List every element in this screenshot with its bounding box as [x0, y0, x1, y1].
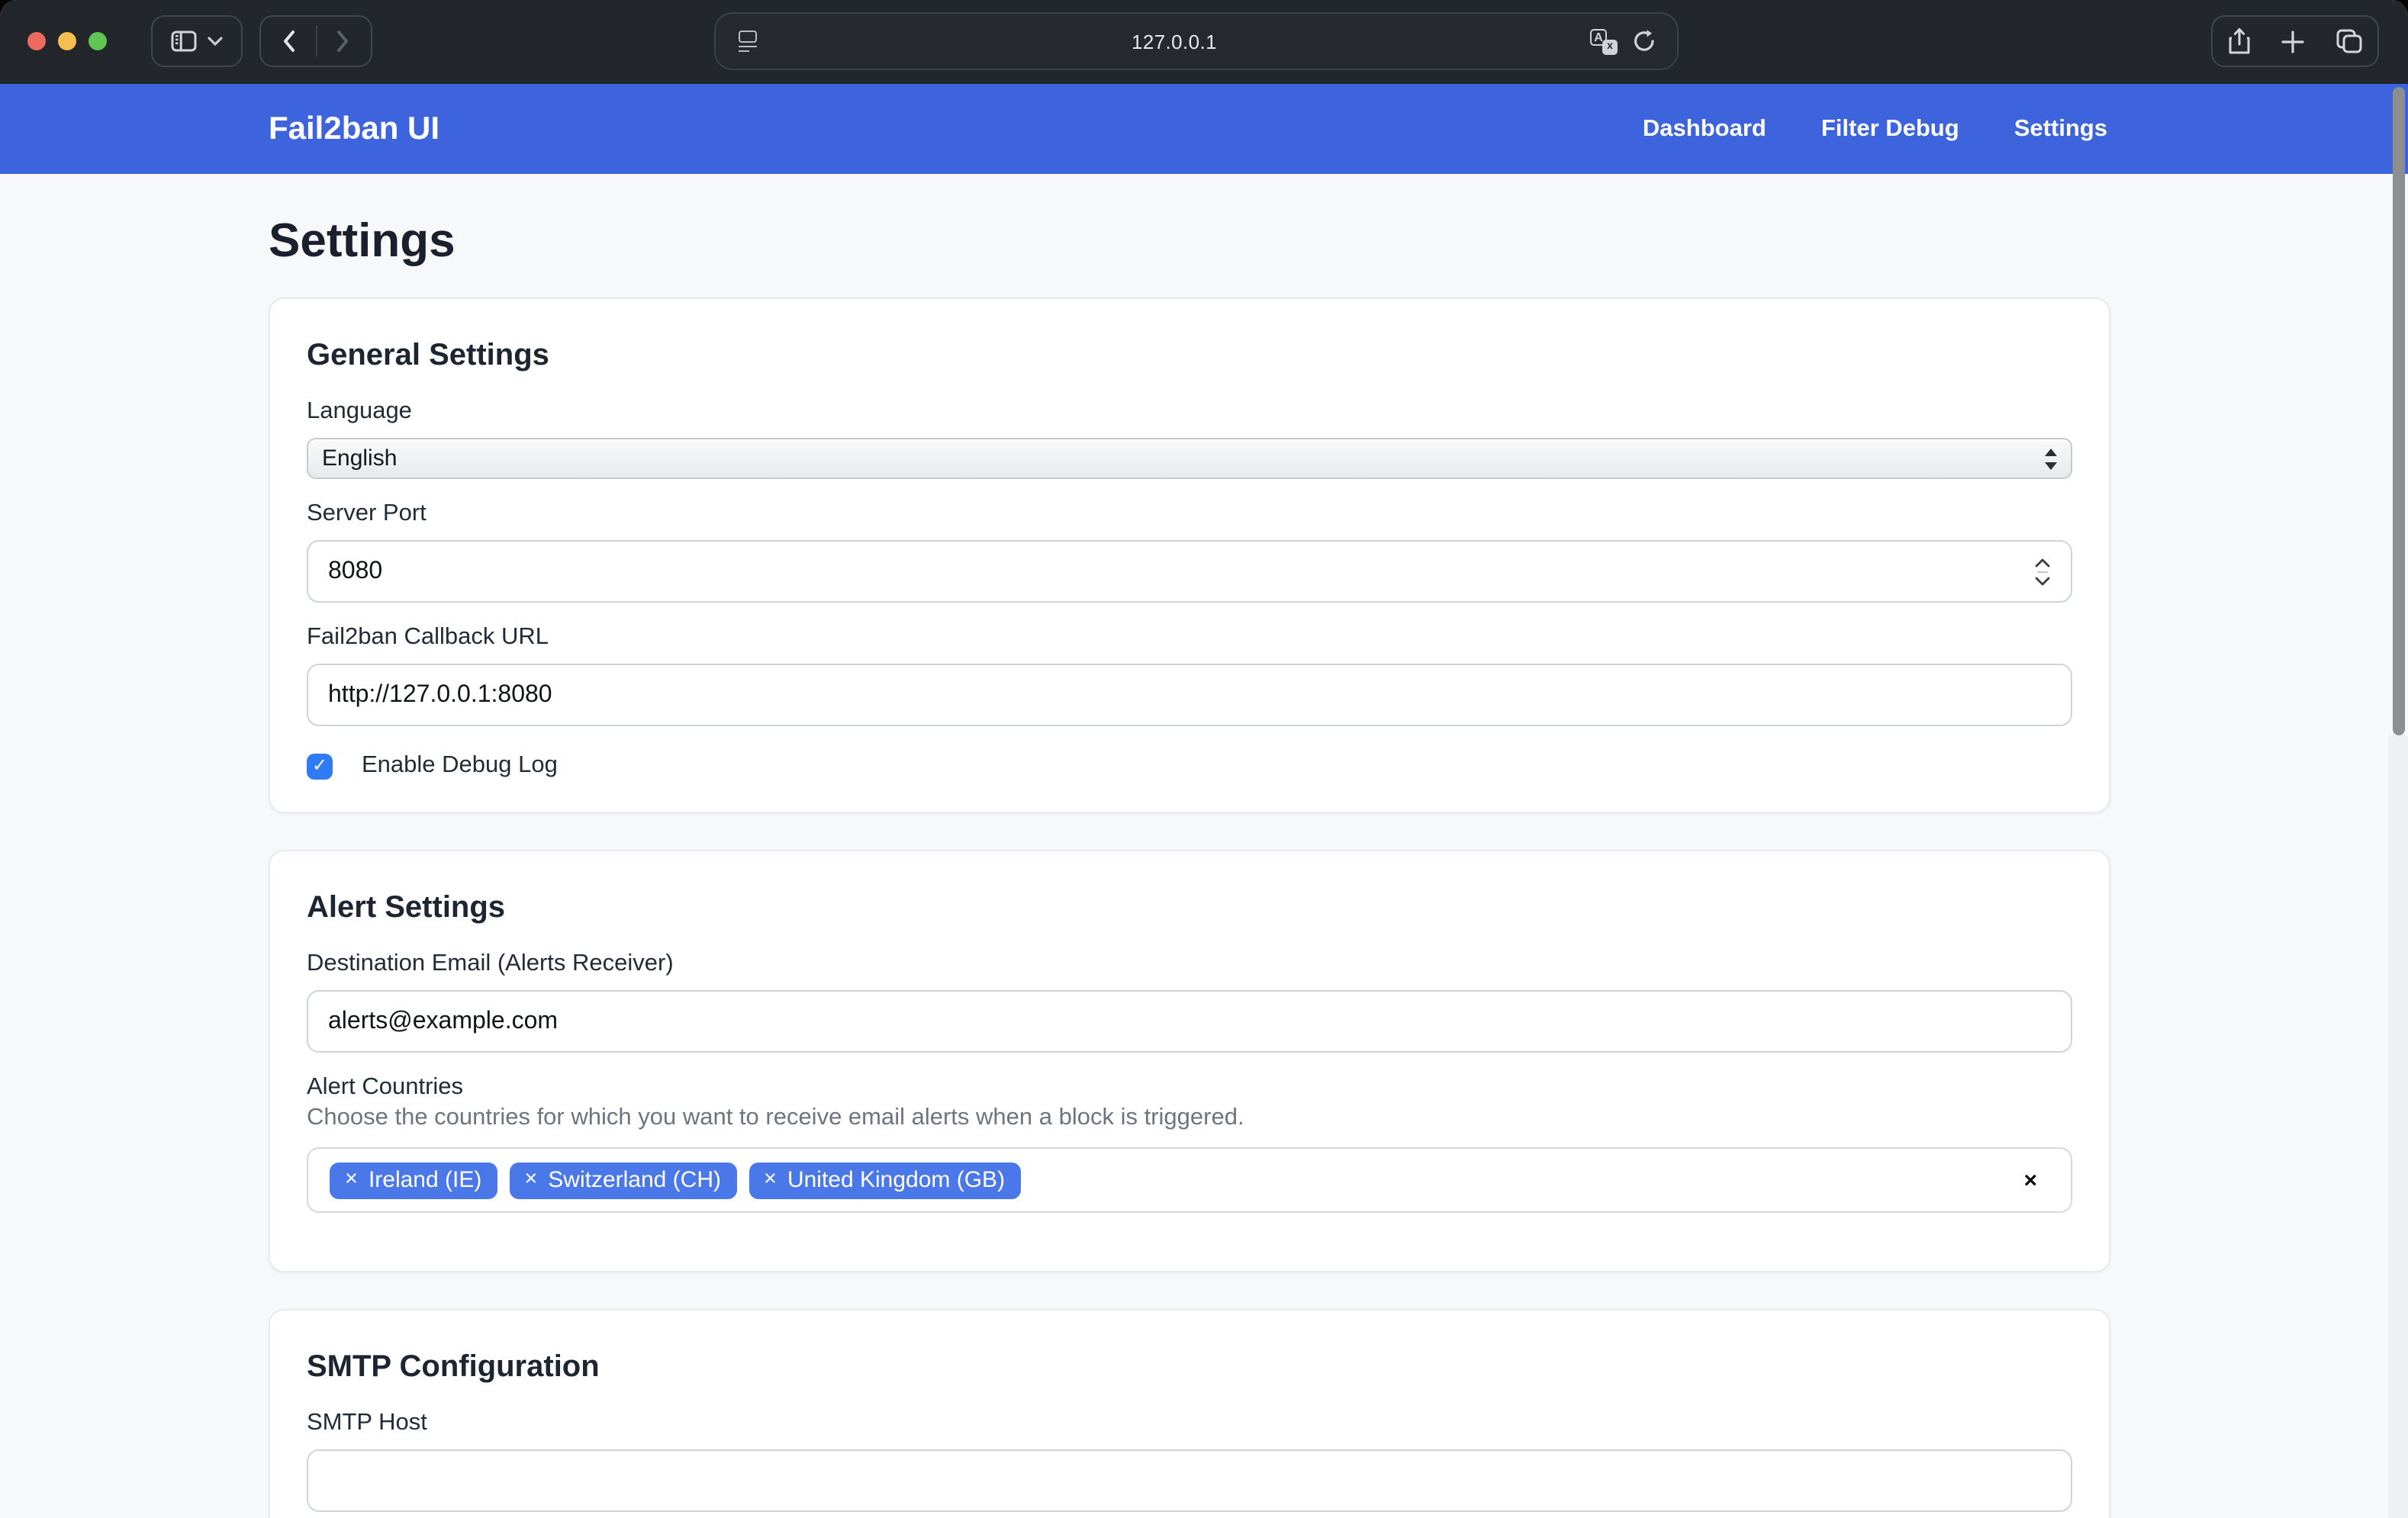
minimize-window-button[interactable]	[58, 32, 76, 50]
select-arrows-icon	[2043, 446, 2057, 471]
country-tag[interactable]: × Ireland (IE)	[330, 1162, 497, 1198]
alert-countries-help: Choose the countries for which you want …	[307, 1105, 2072, 1132]
checkmark-icon: ✓	[312, 756, 327, 774]
tag-label: United Kingdom (GB)	[787, 1166, 1005, 1192]
traffic-lights	[27, 32, 107, 50]
forward-button[interactable]	[317, 17, 371, 66]
smtp-configuration-heading: SMTP Configuration	[307, 1350, 2072, 1385]
tag-label: Ireland (IE)	[369, 1166, 481, 1192]
new-tab-button[interactable]	[2282, 30, 2305, 53]
number-stepper[interactable]	[2034, 557, 2051, 586]
browser-window: 127.0.0.1 Ax	[0, 0, 2408, 1518]
nav-link-dashboard[interactable]: Dashboard	[1643, 115, 1766, 143]
share-button[interactable]	[2228, 27, 2251, 55]
app-navbar: Fail2ban UI Dashboard Filter Debug Setti…	[0, 84, 2408, 174]
card-smtp-configuration: SMTP Configuration SMTP Host	[269, 1309, 2110, 1518]
show-tabs-button[interactable]	[2336, 29, 2362, 53]
reload-icon[interactable]	[1633, 29, 1656, 53]
nav-links: Dashboard Filter Debug Settings	[1643, 115, 2107, 143]
sidebar-icon	[171, 31, 197, 52]
smtp-host-label: SMTP Host	[307, 1410, 2072, 1437]
smtp-host-input[interactable]	[307, 1449, 2072, 1512]
share-icon	[2228, 27, 2251, 55]
browser-toolbar: 127.0.0.1 Ax	[0, 0, 2408, 84]
url-text[interactable]: 127.0.0.1	[758, 30, 1590, 53]
nav-link-filter-debug[interactable]: Filter Debug	[1821, 115, 1959, 143]
alert-countries-label: Alert Countries	[307, 1074, 2072, 1102]
debug-log-checkbox[interactable]: ✓	[307, 753, 333, 779]
scrollbar-thumb[interactable]	[2393, 87, 2405, 735]
page-title: Settings	[269, 214, 2110, 269]
tag-label: Switzerland (CH)	[548, 1166, 721, 1192]
forward-icon	[336, 29, 352, 53]
history-nav-group	[259, 15, 372, 67]
settings-page: Settings General Settings Language Engli…	[0, 214, 2408, 1518]
address-bar[interactable]: 127.0.0.1 Ax	[714, 12, 1679, 70]
language-selected-value: English	[322, 445, 397, 471]
callback-url-label: Fail2ban Callback URL	[307, 624, 2072, 651]
zoom-window-button[interactable]	[89, 32, 107, 50]
country-tag[interactable]: × United Kingdom (GB)	[748, 1162, 1020, 1198]
callback-url-input[interactable]	[307, 664, 2072, 726]
toolbar-actions	[2211, 15, 2379, 67]
scrollbar-track[interactable]	[2388, 735, 2408, 1518]
page-settings-icon[interactable]	[737, 30, 758, 53]
stepper-divider	[2037, 571, 2048, 572]
destination-email-label: Destination Email (Alerts Receiver)	[307, 950, 2072, 978]
clear-selection-button[interactable]: ×	[2023, 1167, 2037, 1193]
plus-icon	[2282, 30, 2305, 53]
countries-multiselect[interactable]: × Ireland (IE) × Switzerland (CH) × Unit…	[307, 1147, 2072, 1213]
back-icon	[281, 29, 296, 53]
debug-log-row: ✓ Enable Debug Log	[307, 752, 2072, 780]
brand[interactable]: Fail2ban UI	[269, 111, 439, 147]
language-select[interactable]: English	[307, 438, 2072, 479]
country-tag[interactable]: × Switzerland (CH)	[509, 1162, 736, 1198]
chevron-down-icon	[208, 37, 223, 46]
remove-tag-icon[interactable]: ×	[345, 1169, 358, 1191]
destination-email-input[interactable]	[307, 990, 2072, 1053]
nav-link-settings[interactable]: Settings	[2014, 115, 2107, 143]
server-port-input[interactable]	[307, 540, 2072, 603]
stepper-up-icon	[2034, 557, 2051, 568]
remove-tag-icon[interactable]: ×	[764, 1169, 777, 1191]
back-button[interactable]	[261, 17, 315, 66]
language-label: Language	[307, 398, 2072, 426]
alert-settings-heading: Alert Settings	[307, 891, 2072, 926]
server-port-label: Server Port	[307, 500, 2072, 528]
stepper-down-icon	[2034, 575, 2051, 586]
card-general-settings: General Settings Language English Server…	[269, 297, 2110, 813]
tabs-overview-icon	[2336, 29, 2362, 53]
general-settings-heading: General Settings	[307, 339, 2072, 374]
debug-log-label: Enable Debug Log	[362, 752, 558, 780]
translate-icon[interactable]: Ax	[1590, 28, 1618, 54]
close-window-button[interactable]	[27, 32, 46, 50]
sidebar-toggle-button[interactable]	[151, 15, 243, 67]
remove-tag-icon[interactable]: ×	[524, 1169, 537, 1191]
card-alert-settings: Alert Settings Destination Email (Alerts…	[269, 850, 2110, 1272]
